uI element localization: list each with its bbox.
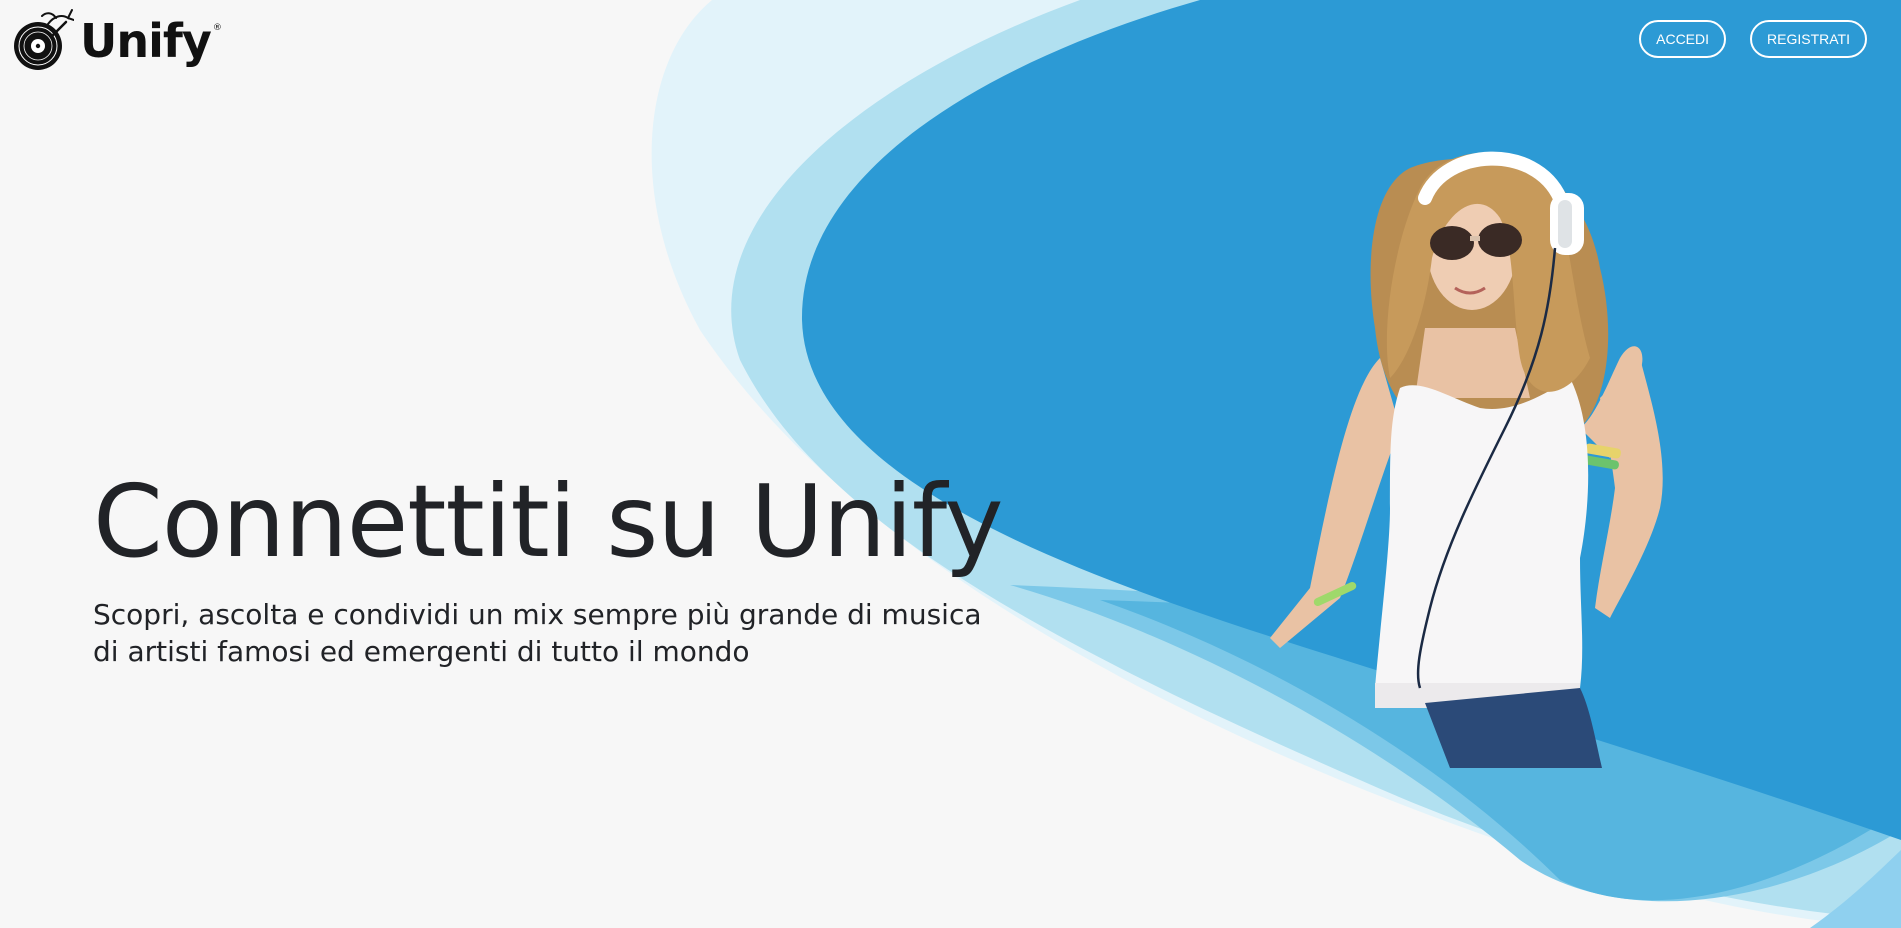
- site-header: Unify ® ACCEDI REGISTRATI: [0, 0, 1901, 80]
- landing-page: Unify ® ACCEDI REGISTRATI Connettiti su …: [0, 0, 1901, 928]
- brand-name: Unify: [80, 14, 212, 68]
- hero-title: Connettiti su Unify: [93, 463, 1004, 580]
- woman-with-headphones-photo: [1270, 151, 1663, 768]
- register-button[interactable]: REGISTRATI: [1750, 20, 1867, 58]
- login-button[interactable]: ACCEDI: [1639, 20, 1727, 58]
- hero-section: Connettiti su Unify Scopri, ascolta e co…: [93, 462, 1053, 670]
- top-nav: ACCEDI REGISTRATI: [1639, 20, 1867, 58]
- hero-subtitle: Scopri, ascolta e condividi un mix sempr…: [93, 598, 982, 668]
- logo-link[interactable]: Unify ®: [12, 6, 222, 72]
- registered-mark: ®: [212, 23, 222, 33]
- logo-text: Unify ®: [80, 14, 222, 68]
- vinyl-record-logo-icon: [14, 9, 74, 70]
